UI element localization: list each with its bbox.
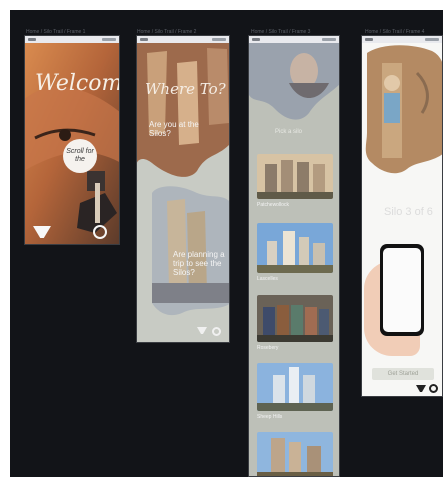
- silo-card-3[interactable]: [257, 295, 333, 342]
- victoria-logo-icon: [416, 385, 426, 392]
- frame-silo-list[interactable]: Pick a silo Patchewollock Lascelles Rose…: [248, 35, 340, 477]
- welcome-heading: Welcome.: [35, 71, 120, 96]
- status-bar: [137, 36, 229, 43]
- phone-mockup: [380, 244, 424, 336]
- silo-card-1[interactable]: [257, 154, 333, 199]
- question-planning-trip[interactable]: Are planning a trip to see the Silos?: [173, 250, 229, 277]
- phone-screen: [383, 248, 421, 332]
- question-at-silos[interactable]: Are you at the Silos?: [149, 120, 209, 138]
- silo-card-caption: Lascelles: [257, 276, 278, 282]
- silo-card-caption: Sheep Hills: [257, 414, 283, 420]
- silo-card-5[interactable]: [257, 432, 333, 476]
- scroll-badge-label: Scroll for the: [66, 148, 94, 163]
- round-brand-icon: [429, 384, 438, 393]
- round-brand-icon: [93, 225, 107, 239]
- round-brand-icon: [212, 327, 221, 336]
- faded-progress-text: Silo 3 of 6: [384, 206, 433, 218]
- status-bar: [249, 36, 339, 43]
- frame-welcome[interactable]: Welcome. Scroll for the: [24, 35, 120, 245]
- where-to-heading: Where To?: [145, 80, 226, 98]
- list-intro-text: Pick a silo: [275, 129, 303, 135]
- status-bar: [25, 36, 119, 43]
- portrait-blob-image: [249, 43, 339, 120]
- silo-art-blob-image: [365, 45, 442, 174]
- silo-card-caption: Patchewollock: [257, 202, 289, 208]
- silo-card-4[interactable]: [257, 363, 333, 411]
- status-bar: [362, 36, 442, 43]
- silo-card-caption: Rosebery: [257, 345, 279, 351]
- scroll-badge[interactable]: Scroll for the: [63, 139, 97, 173]
- frame-where-to[interactable]: Where To? Are you at the Silos? Are plan…: [136, 35, 230, 343]
- design-canvas: Home / Silo Trail / Frame 1 Home / Silo …: [10, 10, 443, 477]
- silo-card-2[interactable]: [257, 223, 333, 273]
- get-started-button[interactable]: Get Started: [372, 368, 434, 380]
- frame-get-started[interactable]: Silo 3 of 6 Get Started: [361, 35, 443, 397]
